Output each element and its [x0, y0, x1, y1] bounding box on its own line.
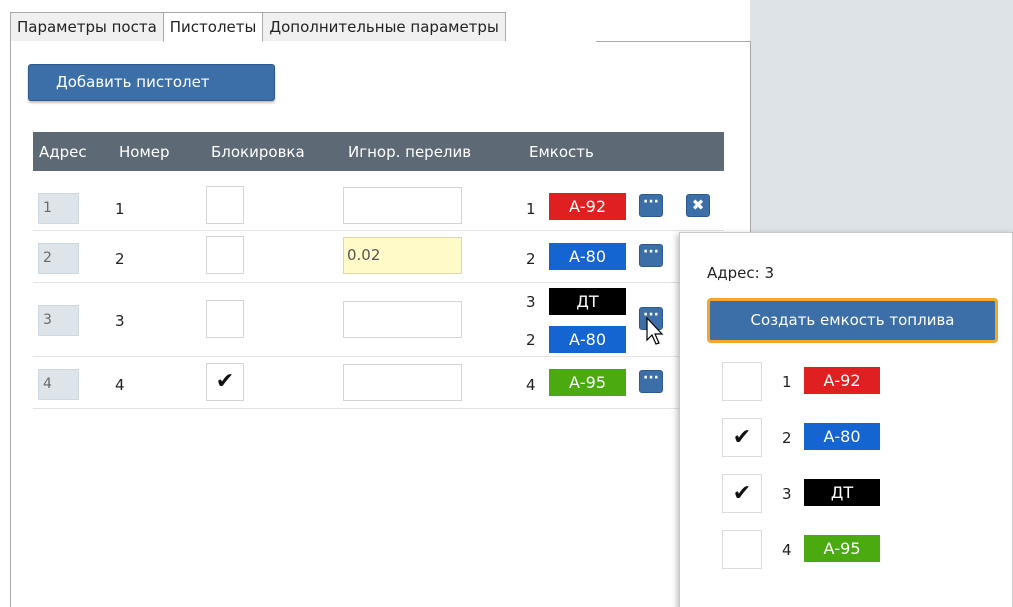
tank-number: 1 [782, 373, 792, 391]
tab-additional-parameters[interactable]: Дополнительные параметры [262, 12, 506, 42]
number-cell: 4 [115, 376, 125, 394]
fuel-tag: А-80 [804, 423, 880, 450]
table-header: Адрес Номер Блокировка Игнор. перелив Ем… [33, 132, 724, 171]
tank-number: 1 [526, 200, 536, 218]
tab-post-parameters[interactable]: Параметры поста [10, 12, 164, 42]
address-field[interactable]: 4 [38, 369, 79, 400]
row-divider [33, 282, 724, 283]
column-header-number: Номер [119, 143, 170, 161]
ignore-overflow-input[interactable] [343, 187, 462, 224]
address-field[interactable]: 3 [38, 305, 79, 336]
address-field[interactable]: 2 [38, 243, 79, 274]
tank-number: 3 [526, 293, 536, 311]
fuel-tag: ДТ [549, 288, 626, 315]
tab-bar: Параметры поста Пистолеты Дополнительные… [10, 12, 506, 42]
address-field[interactable]: 1 [38, 193, 79, 224]
column-header-blocking: Блокировка [211, 143, 305, 161]
ignore-overflow-input[interactable] [343, 301, 462, 338]
tank-checkbox[interactable]: ✔ [722, 474, 762, 513]
create-fuel-tank-button[interactable]: Создать емкость топлива [707, 298, 998, 343]
fuel-tag: А-95 [804, 535, 880, 562]
tank-checkbox[interactable]: ✔ [722, 418, 762, 457]
number-cell: 3 [115, 312, 125, 330]
popup-title: Адрес: 3 [707, 264, 774, 282]
tank-number: 4 [526, 376, 536, 394]
blocking-checkbox[interactable]: ✔ [206, 363, 244, 401]
add-gun-button[interactable]: Добавить пистолет [28, 64, 275, 101]
row-divider [33, 408, 724, 409]
fuel-tag: А-95 [549, 369, 626, 396]
column-header-ignore-overflow: Игнор. перелив [348, 143, 472, 161]
row-divider [33, 356, 724, 357]
tank-number: 4 [782, 541, 792, 559]
column-header-tank: Емкость [529, 143, 594, 161]
fuel-tag: А-80 [549, 243, 626, 270]
tank-checkbox[interactable] [722, 530, 762, 569]
row-divider [33, 230, 724, 231]
tank-number: 2 [782, 429, 792, 447]
number-cell: 1 [115, 200, 125, 218]
panel-border [596, 41, 751, 42]
tank-number: 2 [526, 250, 536, 268]
blocking-checkbox[interactable] [206, 236, 244, 274]
tab-guns[interactable]: Пистолеты [162, 12, 264, 42]
fuel-tag: А-92 [804, 367, 880, 394]
pointer-cursor-icon [646, 317, 664, 345]
fuel-tag: А-80 [549, 326, 626, 353]
tank-number: 2 [526, 331, 536, 349]
tank-number: 3 [782, 485, 792, 503]
tank-options-button[interactable]: ··· [639, 370, 663, 393]
ignore-overflow-input[interactable]: 0.02 [343, 237, 462, 274]
ignore-overflow-input[interactable] [343, 364, 462, 401]
tank-checkbox[interactable] [722, 362, 762, 401]
blocking-checkbox[interactable] [206, 300, 244, 338]
delete-gun-button[interactable]: ✖ [686, 194, 710, 217]
column-header-address: Адрес [39, 143, 87, 161]
blocking-checkbox[interactable] [206, 186, 244, 224]
tank-options-button[interactable]: ··· [639, 244, 663, 267]
fuel-tag: ДТ [804, 479, 880, 506]
number-cell: 2 [115, 250, 125, 268]
fuel-tag: А-92 [549, 193, 626, 220]
tank-options-button[interactable]: ··· [639, 194, 663, 217]
